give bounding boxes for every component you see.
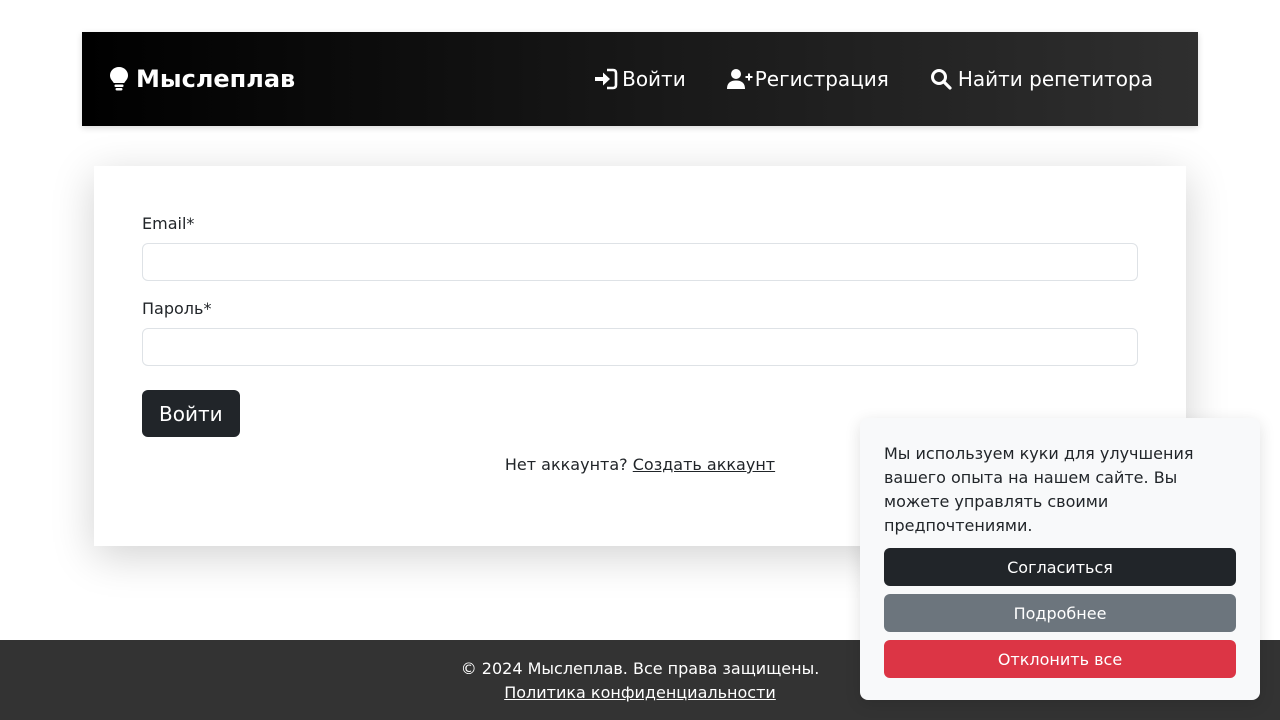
password-label: Пароль* <box>142 299 212 318</box>
email-input[interactable] <box>142 243 1138 281</box>
user-plus-icon <box>726 68 753 90</box>
cookie-reject-button[interactable]: Отклонить все <box>884 640 1236 678</box>
cookie-more-button[interactable]: Подробнее <box>884 594 1236 632</box>
nav-register-label: Регистрация <box>754 67 889 91</box>
email-label: Email* <box>142 214 195 233</box>
nav-login-link[interactable]: Войти <box>594 67 686 91</box>
no-account-text: Нет аккаунта? <box>504 455 628 474</box>
search-icon <box>930 68 954 90</box>
password-input[interactable] <box>142 328 1138 366</box>
cookie-banner: Мы используем куки для улучшения вашего … <box>860 418 1260 700</box>
brand-name: Мыслеплав <box>136 65 296 93</box>
login-button[interactable]: Войти <box>142 390 240 437</box>
cookie-text: Мы используем куки для улучшения вашего … <box>884 444 1194 535</box>
email-group: Email* <box>142 214 1138 281</box>
create-account-link[interactable]: Создать аккаунт <box>633 455 775 474</box>
lightbulb-icon <box>108 66 130 92</box>
privacy-policy-link[interactable]: Политика конфиденциальности <box>504 683 776 702</box>
nav-find-tutor-label: Найти репетитора <box>957 67 1153 91</box>
nav-links: Войти Регистрация Найти репетитора <box>594 67 1153 91</box>
nav-login-label: Войти <box>622 67 686 91</box>
nav-find-tutor-link[interactable]: Найти репетитора <box>930 67 1153 91</box>
password-group: Пароль* <box>142 299 1138 366</box>
page: Мыслеплав Войти Регистрация Найти репети… <box>0 0 1280 720</box>
nav-register-link[interactable]: Регистрация <box>726 67 889 91</box>
brand-link[interactable]: Мыслеплав <box>108 65 295 93</box>
sign-in-icon <box>594 68 618 90</box>
navbar: Мыслеплав Войти Регистрация Найти репети… <box>82 32 1198 126</box>
cookie-accept-button[interactable]: Согласиться <box>884 548 1236 586</box>
